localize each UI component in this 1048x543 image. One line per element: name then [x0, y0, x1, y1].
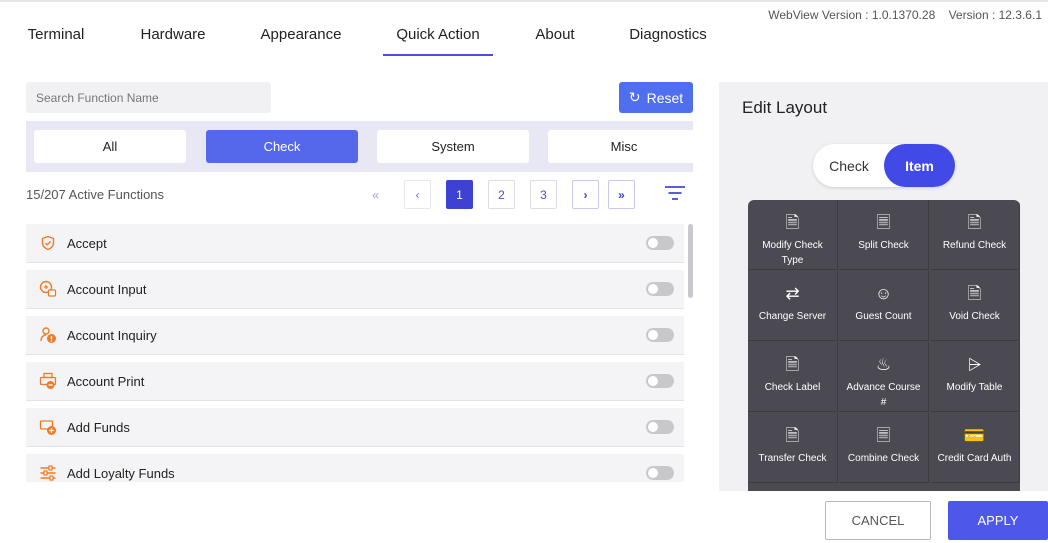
grid-item-modify-check-type[interactable]: 🗎 Modify Check Type	[748, 200, 838, 270]
page-2-button[interactable]: 2	[488, 180, 515, 209]
filter-icon[interactable]	[664, 184, 686, 202]
function-row-add-funds[interactable]: Add Funds	[26, 408, 684, 447]
grid-item-advance-course[interactable]: ♨ Advance Course #	[839, 342, 929, 412]
top-divider	[0, 0, 1048, 2]
grid-item-credit-card-auth[interactable]: 💳 Credit Card Auth	[930, 413, 1020, 483]
tab-hardware[interactable]: Hardware	[138, 22, 208, 56]
split-check-icon: 🗏	[876, 213, 891, 232]
account-input-icon	[38, 279, 58, 299]
function-label: Add Loyalty Funds	[67, 465, 175, 481]
grid-item-label: Change Server	[758, 311, 827, 322]
function-toggle[interactable]	[646, 420, 674, 434]
grid-item-split-check[interactable]: 🗏 Split Check	[839, 200, 929, 270]
combine-check-icon: 🗏	[876, 426, 891, 445]
grid-item-label: Transfer Check	[758, 453, 827, 464]
filter-system[interactable]: System	[377, 130, 529, 163]
function-row-add-loyalty-funds[interactable]: Add Loyalty Funds	[26, 454, 684, 482]
first-page-button[interactable]: «	[362, 180, 389, 209]
change-server-icon: ⇄	[785, 284, 800, 303]
scrollbar-thumb[interactable]	[688, 224, 693, 298]
function-label: Account Input	[67, 281, 147, 297]
edit-layout-panel: Edit Layout Check Item 🗎 Modify Check Ty…	[719, 82, 1048, 491]
function-row-account-inquiry[interactable]: Account Inquiry	[26, 316, 684, 355]
page-1-button[interactable]: 1	[446, 180, 473, 209]
modify-table-icon: ⩥	[967, 355, 982, 374]
layout-grid: 🗎 Modify Check Type 🗏 Split Check 🗎 Refu…	[748, 200, 1020, 491]
search-input[interactable]	[26, 82, 271, 113]
function-row-account-input[interactable]: Account Input	[26, 270, 684, 309]
sliders-icon	[38, 463, 58, 482]
grid-item-guest-count[interactable]: ☺ Guest Count	[839, 271, 929, 341]
webview-version-label: WebView Version : 1.0.1370.28	[768, 8, 936, 22]
void-check-icon: 🗎	[967, 284, 982, 303]
account-inquiry-icon	[38, 325, 58, 345]
grid-item-label: Refund Check	[942, 240, 1007, 251]
shield-check-icon	[38, 233, 58, 253]
function-row-accept[interactable]: Accept	[26, 224, 684, 263]
reset-button[interactable]: ↻ Reset	[619, 82, 693, 113]
grid-item-transfer-check[interactable]: 🗎 Transfer Check	[748, 413, 838, 483]
grid-item-check-label[interactable]: 🗎 Check Label	[748, 342, 838, 412]
grid-item-label: Advance Course #	[846, 382, 921, 408]
function-list-scrollbar[interactable]	[688, 224, 693, 482]
grid-item-change-server[interactable]: ⇄ Change Server	[748, 271, 838, 341]
function-label: Add Funds	[67, 419, 130, 435]
mode-item-option[interactable]: Item	[884, 144, 955, 187]
grid-item-label: Void Check	[949, 311, 1000, 322]
app-version-label: Version : 12.3.6.1	[948, 8, 1042, 22]
filter-all[interactable]: All	[34, 130, 186, 163]
grid-item-label: Guest Count	[855, 311, 912, 322]
grid-item-combine-check[interactable]: 🗏 Combine Check	[839, 413, 929, 483]
apply-button[interactable]: APPLY	[948, 501, 1048, 540]
function-label: Account Inquiry	[67, 327, 157, 343]
last-page-button[interactable]: »	[608, 180, 635, 209]
filter-misc[interactable]: Misc	[548, 130, 700, 163]
tab-quick-action[interactable]: Quick Action	[383, 22, 493, 56]
prev-page-button[interactable]: ‹	[404, 180, 431, 209]
function-toggle[interactable]	[646, 282, 674, 296]
function-toggle[interactable]	[646, 466, 674, 480]
function-label: Account Print	[67, 373, 145, 389]
function-toggle[interactable]	[646, 328, 674, 342]
function-row-account-print[interactable]: Account Print	[26, 362, 684, 401]
reset-label: Reset	[646, 89, 684, 106]
advance-course-icon: ♨	[875, 355, 892, 374]
grid-item-label: Split Check	[858, 240, 909, 251]
function-label: Accept	[67, 235, 107, 251]
page-3-button[interactable]: 3	[530, 180, 557, 209]
refresh-icon: ↻	[628, 89, 641, 105]
add-funds-icon	[38, 417, 58, 437]
grid-item-label: Modify Check Type	[762, 240, 823, 266]
grid-item-modify-table[interactable]: ⩥ Modify Table	[930, 342, 1020, 412]
grid-item-label: Check Label	[764, 382, 821, 393]
grid-item-label: Modify Table	[946, 382, 1003, 393]
mode-check-option[interactable]: Check	[813, 144, 885, 187]
tab-diagnostics[interactable]: Diagnostics	[628, 22, 708, 56]
modify-check-icon: 🗎	[785, 213, 800, 232]
next-page-button[interactable]: ›	[572, 180, 599, 209]
tab-terminal[interactable]: Terminal	[26, 22, 86, 56]
check-label-icon: 🗎	[785, 355, 800, 374]
guest-count-icon: ☺	[874, 284, 893, 303]
filter-check[interactable]: Check	[206, 130, 358, 163]
grid-item-void-check[interactable]: 🗎 Void Check	[930, 271, 1020, 341]
function-list: Accept Account Input Account Inquiry Acc…	[26, 224, 686, 482]
printer-icon	[38, 371, 58, 391]
transfer-check-icon: 🗎	[785, 426, 800, 445]
refund-check-icon: 🗎	[967, 213, 982, 232]
tab-about[interactable]: About	[532, 22, 578, 56]
tab-appearance[interactable]: Appearance	[258, 22, 344, 56]
function-toggle[interactable]	[646, 236, 674, 250]
edit-layout-title: Edit Layout	[742, 98, 828, 117]
grid-item-label: Credit Card Auth	[937, 453, 1012, 464]
version-info: WebView Version : 1.0.1370.28 Version : …	[758, 8, 1042, 22]
active-functions-count: 15/207 Active Functions	[26, 187, 165, 202]
category-filter-bar: All Check System Misc	[26, 121, 700, 172]
function-toggle[interactable]	[646, 374, 674, 388]
grid-item-label: Combine Check	[847, 453, 920, 464]
credit-card-auth-icon: 💳	[963, 426, 986, 445]
grid-item-refund-check[interactable]: 🗎 Refund Check	[930, 200, 1020, 270]
cancel-button[interactable]: CANCEL	[825, 501, 931, 540]
layout-mode-switch: Check Item	[813, 144, 955, 187]
